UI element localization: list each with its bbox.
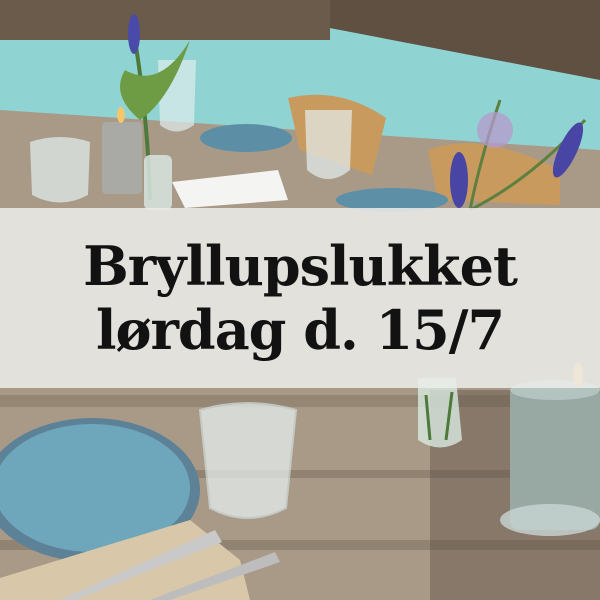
vase-left — [144, 155, 172, 210]
banner-date: lørdag d. 15/7 — [95, 298, 505, 362]
front-candle-holder — [500, 504, 600, 536]
back-candle — [102, 122, 142, 194]
lavender-left — [128, 14, 140, 54]
text-banner: Bryllupslukket lørdag d. 15/7 — [0, 208, 600, 388]
back-plate — [200, 124, 292, 152]
purple-blossoms — [477, 112, 513, 148]
wine-glass-back-left — [30, 137, 90, 203]
wood-wall-trim-left — [0, 0, 330, 40]
banner-title: Bryllupslukket — [83, 234, 518, 298]
lavender-right-1 — [450, 152, 468, 208]
back-candle-flame — [117, 107, 125, 123]
water-glass — [198, 402, 298, 519]
wine-glass-center — [305, 110, 352, 179]
bottle-vase — [418, 378, 462, 448]
